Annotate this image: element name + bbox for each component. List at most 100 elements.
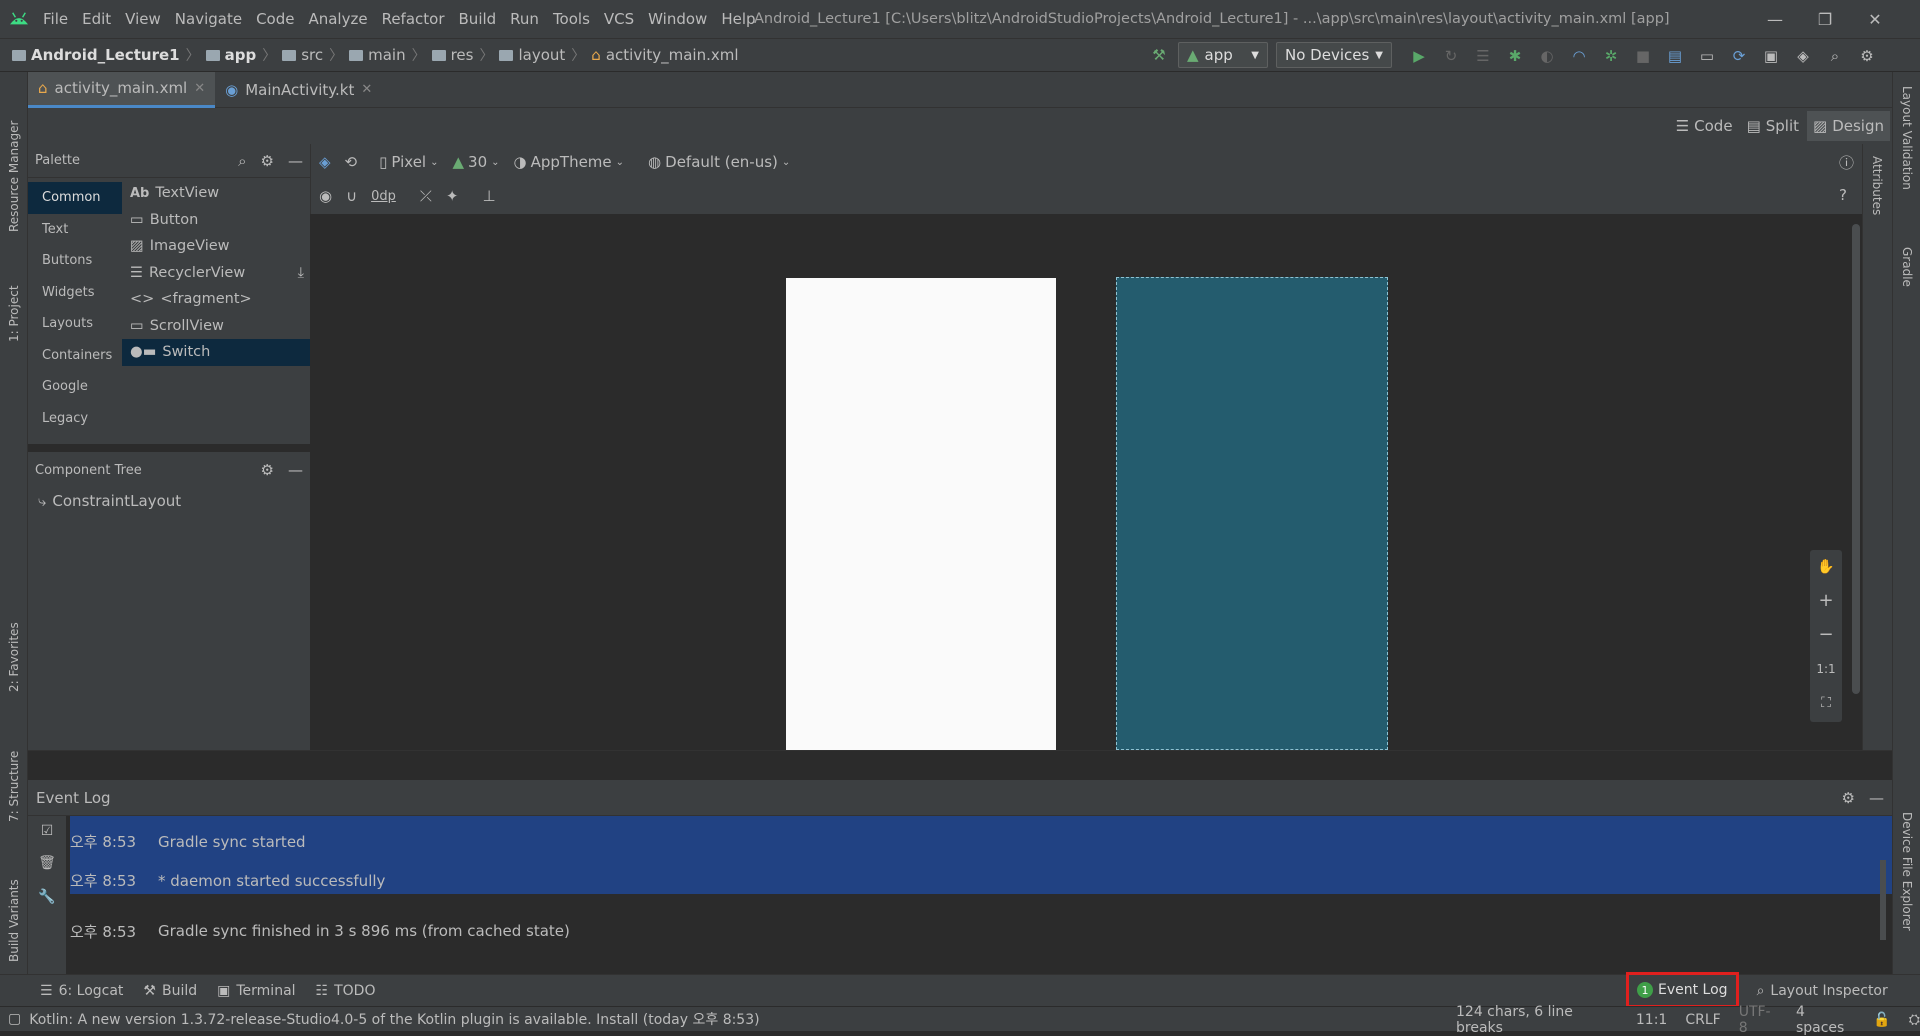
theme-select[interactable]: ◑ AppTheme ⌄	[514, 153, 625, 171]
close-tab-icon[interactable]: ✕	[361, 82, 372, 97]
breadcrumb-file[interactable]: ⌂ activity_main.xml	[591, 46, 738, 64]
logcat-tool-button[interactable]: ☰ 6: Logcat	[30, 975, 133, 1007]
coverage-icon[interactable]: ◐	[1536, 45, 1558, 67]
menu-file[interactable]: File	[36, 10, 75, 28]
category-containers[interactable]: Containers	[28, 340, 122, 372]
design-surface[interactable]	[786, 278, 1056, 750]
resource-manager-tab[interactable]: Resource Manager	[7, 92, 21, 232]
zoom-actual-size[interactable]: 1:1	[1810, 652, 1842, 686]
settings-icon[interactable]: ⚙	[1856, 45, 1878, 67]
minimize-button[interactable]: —	[1750, 0, 1800, 38]
help-icon[interactable]: ?	[1839, 186, 1847, 204]
debug-icon[interactable]: ✱	[1504, 45, 1526, 67]
gear-icon[interactable]: ⚙	[1842, 789, 1855, 807]
orientation-icon[interactable]: ⟲	[345, 153, 358, 171]
wrench-icon[interactable]: 🔧	[28, 880, 66, 914]
menu-tools[interactable]: Tools	[546, 10, 597, 28]
widget-switch[interactable]: ●▬ Switch	[122, 339, 310, 366]
menu-window[interactable]: Window	[641, 10, 714, 28]
attributes-tab[interactable]: Attributes	[1870, 156, 1884, 246]
widget-button[interactable]: ▭ Button	[122, 207, 310, 234]
minimize-icon[interactable]: —	[288, 461, 303, 479]
layout-validation-tab[interactable]: Layout Validation	[1900, 86, 1914, 226]
gradle-tab[interactable]: Gradle	[1900, 247, 1914, 307]
menu-vcs[interactable]: VCS	[597, 10, 641, 28]
minimize-icon[interactable]: —	[288, 152, 303, 170]
clear-constraints-icon[interactable]: ⤫	[420, 187, 432, 205]
build-tool-button[interactable]: ⚒ Build	[133, 975, 207, 1007]
breadcrumb-layout[interactable]: layout	[499, 46, 565, 64]
device-select[interactable]: No Devices ▼	[1276, 42, 1392, 68]
category-legacy[interactable]: Legacy	[28, 403, 122, 435]
guidelines-icon[interactable]: ⊥	[482, 187, 495, 205]
minimize-icon[interactable]: —	[1869, 789, 1884, 807]
default-margin[interactable]: 0dp	[371, 189, 396, 204]
zoom-out-icon[interactable]: −	[1810, 618, 1842, 652]
panel-splitter[interactable]	[28, 750, 1892, 780]
magnet-icon[interactable]: ∪	[346, 187, 357, 205]
mark-all-read-icon[interactable]: ☑	[28, 816, 66, 846]
caret-position[interactable]: 11:1	[1636, 1012, 1667, 1028]
menu-run[interactable]: Run	[503, 10, 546, 28]
event-log-tool-button[interactable]: 1 Event Log	[1626, 972, 1739, 1008]
widget-recyclerview[interactable]: ☰ RecyclerView ⤓	[122, 260, 310, 287]
build-variants-tab[interactable]: Build Variants	[7, 852, 21, 962]
search-icon[interactable]: ⌕	[1824, 45, 1846, 67]
menu-refactor[interactable]: Refactor	[375, 10, 452, 28]
zoom-in-icon[interactable]: +	[1810, 584, 1842, 618]
design-mode-button[interactable]: ▨ Design	[1807, 111, 1890, 141]
device-file-explorer-tab[interactable]: Device File Explorer	[1900, 812, 1914, 962]
rerun-icon[interactable]: ↻	[1440, 45, 1462, 67]
clear-all-icon[interactable]: 🗑	[28, 846, 66, 880]
breadcrumb-project[interactable]: Android_Lecture1	[12, 46, 180, 64]
gear-icon[interactable]: ⚙	[261, 152, 274, 170]
download-icon[interactable]: ⤓	[298, 265, 304, 281]
log-entry[interactable]: 오후 8:53 * daemon started successfully	[70, 867, 1892, 894]
zoom-to-fit-icon[interactable]: ⛶	[1810, 686, 1842, 720]
project-tab[interactable]: 1: Project	[7, 262, 21, 342]
breadcrumb-app[interactable]: app	[205, 46, 256, 64]
widget-textview[interactable]: Ab TextView	[122, 180, 310, 207]
breadcrumb-main[interactable]: main	[349, 46, 406, 64]
blueprint-surface[interactable]	[1116, 277, 1388, 750]
pan-hand-icon[interactable]: ✋	[1810, 550, 1842, 584]
avd-manager-icon[interactable]: ▭	[1696, 45, 1718, 67]
menu-analyze[interactable]: Analyze	[301, 10, 374, 28]
sdk-manager-icon[interactable]: ▣	[1760, 45, 1782, 67]
hammer-icon[interactable]: ⚒	[1148, 44, 1170, 66]
category-buttons[interactable]: Buttons	[28, 245, 122, 277]
infer-constraints-icon[interactable]: ✦	[446, 187, 459, 205]
widget-scrollview[interactable]: ▭ ScrollView	[122, 313, 310, 340]
close-tab-icon[interactable]: ✕	[194, 81, 205, 96]
breadcrumb-src[interactable]: src	[282, 46, 323, 64]
gear-icon[interactable]: ⚙	[261, 461, 274, 479]
attach-debugger-icon[interactable]: ✲	[1600, 45, 1622, 67]
run-config-select[interactable]: ▲ app ▼	[1178, 42, 1268, 68]
layout-inspector-tool-button[interactable]: ⌕ Layout Inspector	[1747, 975, 1898, 1007]
todo-tool-button[interactable]: ☷ TODO	[306, 975, 386, 1007]
vertical-scrollbar[interactable]	[1852, 224, 1860, 694]
tab-main-activity[interactable]: ◉ MainActivity.kt ✕	[215, 72, 382, 108]
search-icon[interactable]: ⌕	[238, 152, 246, 170]
structure-tab[interactable]: 7: Structure	[7, 732, 21, 822]
run-icon[interactable]: ▶	[1408, 45, 1430, 67]
menu-code[interactable]: Code	[249, 10, 301, 28]
category-layouts[interactable]: Layouts	[28, 308, 122, 340]
split-mode-button[interactable]: ▤ Split	[1741, 111, 1805, 141]
log-entry[interactable]: 오후 8:53 Gradle sync started	[70, 816, 1892, 867]
menu-edit[interactable]: Edit	[75, 10, 118, 28]
api-level-select[interactable]: ▲ 30 ⌄	[452, 153, 499, 171]
widget-imageview[interactable]: ▨ ImageView	[122, 233, 310, 260]
tab-activity-main[interactable]: ⌂ activity_main.xml ✕	[28, 71, 216, 108]
status-message[interactable]: Kotlin: A new version 1.3.72-release-Stu…	[29, 1009, 759, 1029]
restore-button[interactable]: ❐	[1800, 0, 1850, 38]
status-toggle-icon[interactable]: ▢	[8, 1011, 21, 1027]
favorites-tab[interactable]: 2: Favorites	[7, 602, 21, 692]
menu-view[interactable]: View	[118, 10, 168, 28]
project-structure-icon[interactable]: ▤	[1664, 45, 1686, 67]
apply-changes-icon[interactable]: ☰	[1472, 45, 1494, 67]
breadcrumb-res[interactable]: res	[431, 46, 473, 64]
sync-icon[interactable]: ⟳	[1728, 45, 1750, 67]
log-entry[interactable]: 오후 8:53 Gradle sync finished in 3 s 896 m…	[70, 918, 1892, 944]
menu-build[interactable]: Build	[452, 10, 504, 28]
